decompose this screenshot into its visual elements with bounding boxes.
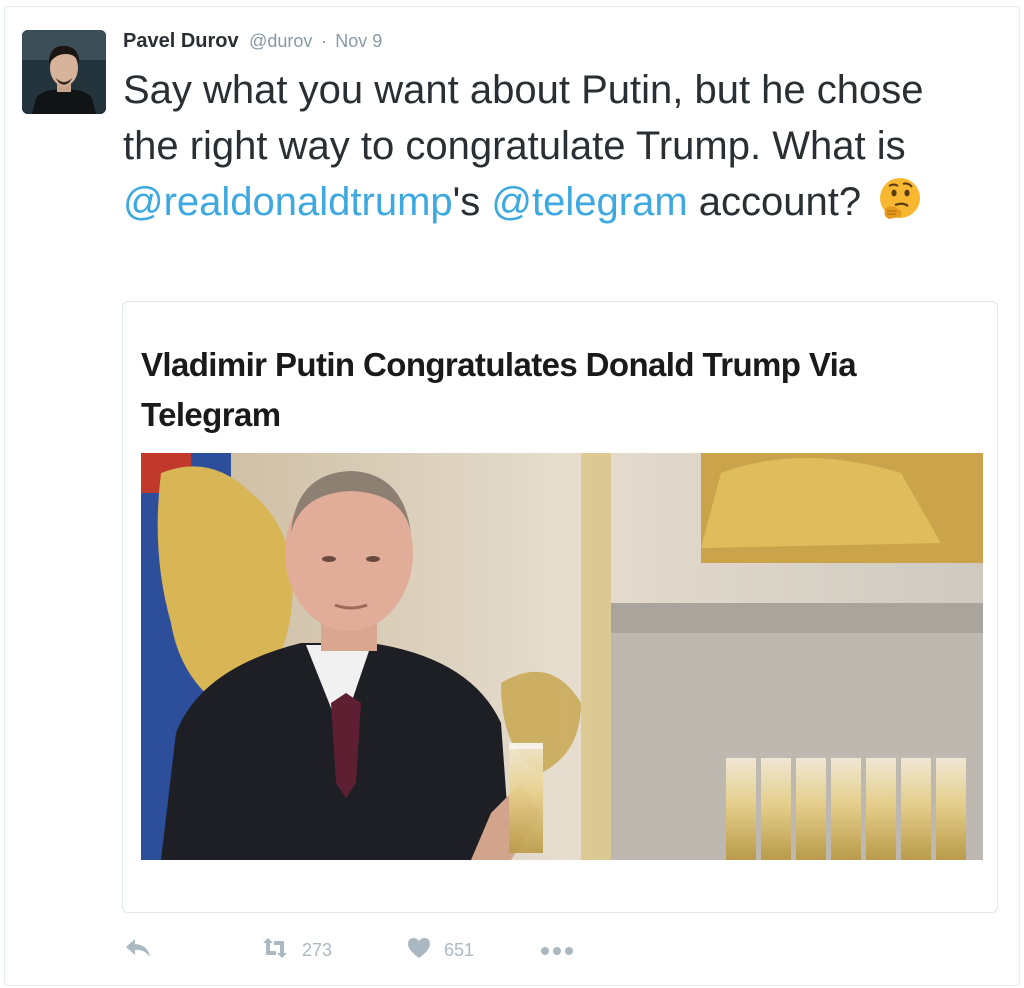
tweet-text-part2: 's: [452, 180, 492, 224]
retweet-count: 273: [302, 939, 333, 960]
separator-dot: ·: [320, 31, 327, 51]
tweet-text-part3: account?: [687, 180, 862, 224]
like-button[interactable]: 651: [406, 930, 474, 970]
tweet-header: Pavel Durov @durov · Nov 9: [123, 30, 382, 56]
avatar[interactable]: [22, 30, 106, 114]
author-handle[interactable]: @durov: [249, 31, 312, 51]
retweet-button[interactable]: 273: [260, 930, 332, 970]
like-count: 651: [444, 939, 475, 960]
reply-icon: [124, 937, 152, 964]
mention-realdonaldtrump[interactable]: @realdonaldtrump: [123, 180, 453, 224]
more-button[interactable]: [540, 930, 574, 970]
author-name[interactable]: Pavel Durov: [123, 30, 239, 52]
card-title[interactable]: Vladimir Putin Congratulates Donald Trum…: [141, 340, 961, 440]
tweet-actions: 273 651: [124, 930, 684, 970]
card-image[interactable]: [141, 453, 983, 860]
tweet-text: Say what you want about Putin, but he ch…: [123, 62, 983, 230]
retweet-icon: [260, 937, 290, 964]
avatar-image: [22, 30, 106, 114]
card-photo: [141, 453, 983, 860]
heart-icon: [406, 937, 432, 964]
more-dots-icon: [540, 940, 574, 961]
reply-button[interactable]: [124, 930, 152, 970]
link-card[interactable]: Vladimir Putin Congratulates Donald Trum…: [122, 301, 998, 913]
thinking-face-emoji-icon: [875, 175, 925, 225]
tweet-text-part1: Say what you want about Putin, but he ch…: [123, 68, 924, 168]
tweet-date[interactable]: Nov 9: [335, 31, 382, 51]
mention-telegram[interactable]: @telegram: [491, 180, 687, 224]
